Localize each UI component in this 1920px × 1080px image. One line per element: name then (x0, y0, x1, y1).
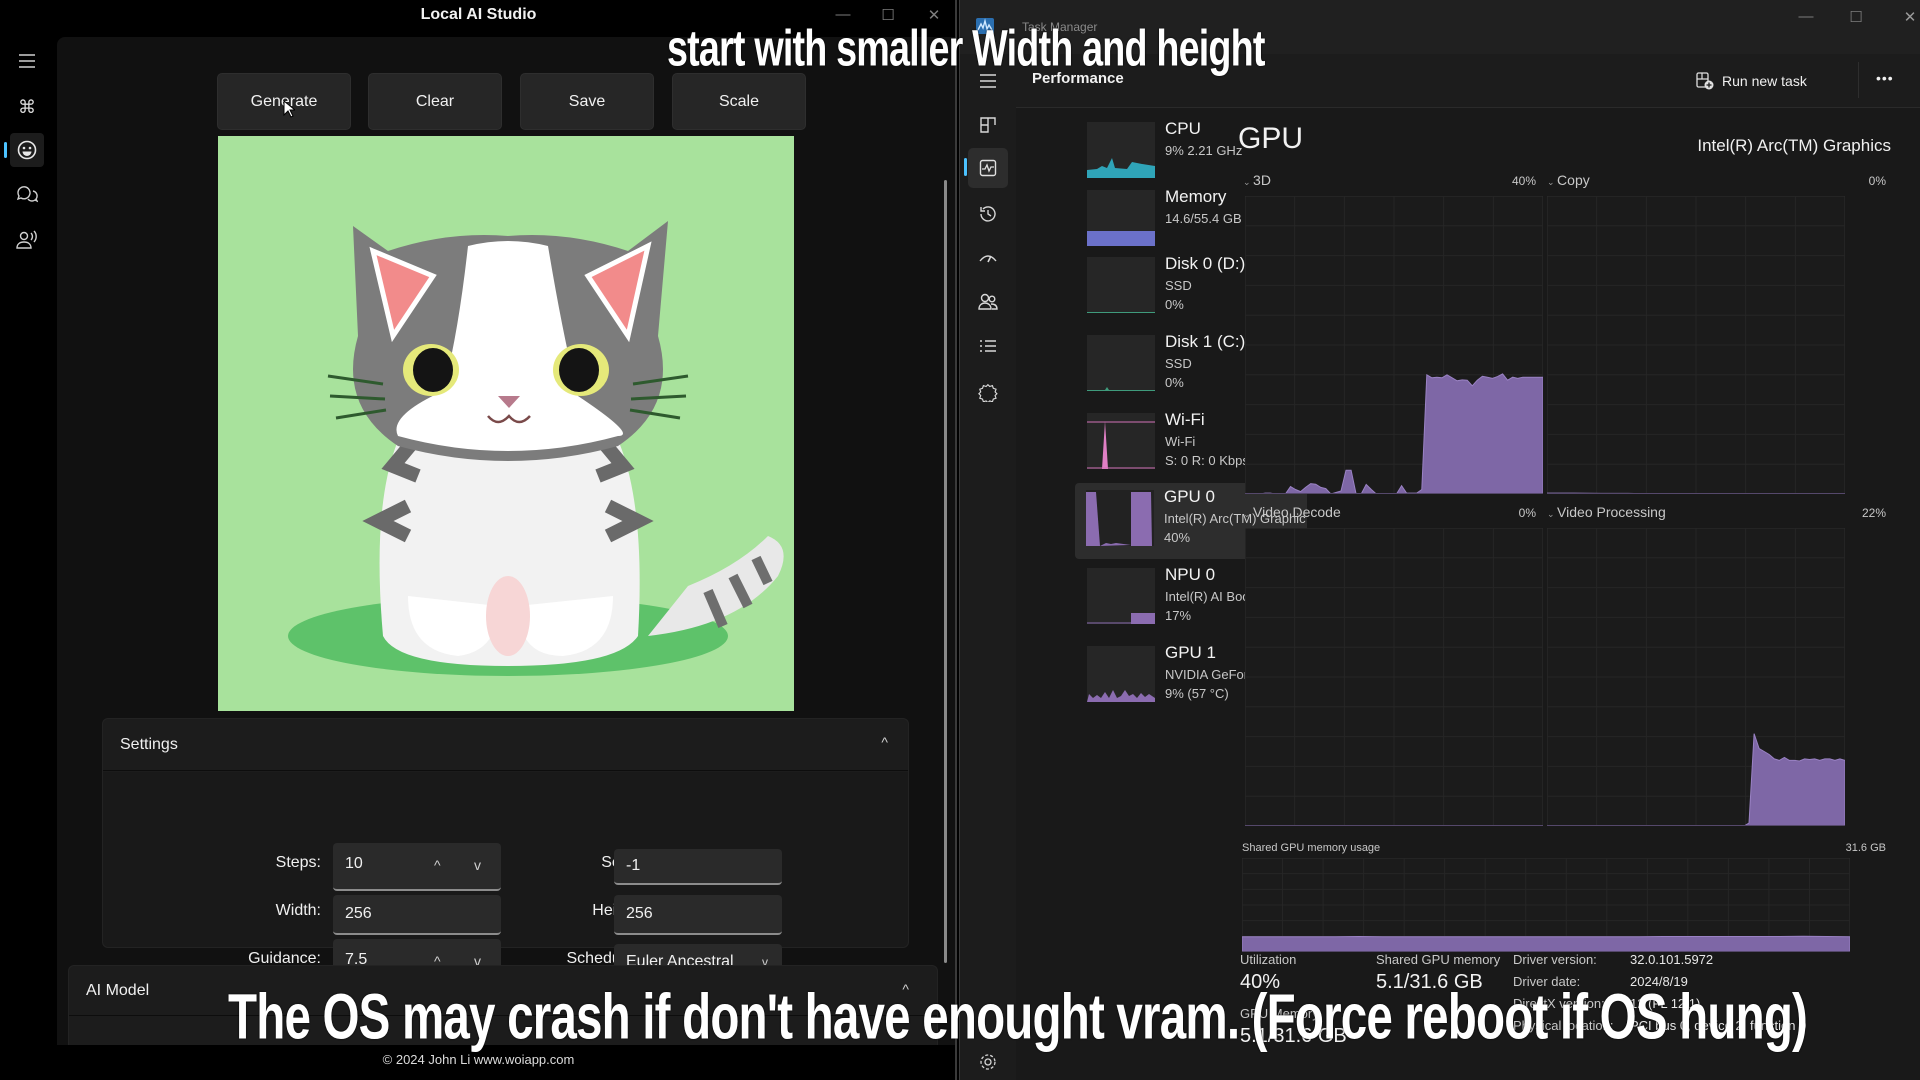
run-task-icon (1696, 72, 1714, 90)
details-icon[interactable] (968, 326, 1008, 366)
device-name: GPU 1 (1165, 643, 1217, 662)
services-icon[interactable] (968, 372, 1008, 412)
device-name: Memory (1165, 187, 1227, 206)
device-thumbnail-graph (1087, 413, 1155, 469)
driver-version-label: Driver version: (1513, 952, 1597, 967)
emoji-icon[interactable] (10, 133, 44, 167)
clear-button[interactable]: Clear (368, 73, 502, 130)
scale-button[interactable]: Scale (672, 73, 806, 130)
chat-icon[interactable] (10, 178, 44, 212)
device-detail: S: 0 R: 0 Kbps (1165, 453, 1249, 468)
settings-body: Steps: 10 ^ v Seed: -1 Width: 256 Height… (103, 772, 908, 987)
device-detail: 17% (1165, 608, 1192, 623)
gpu-title: GPU (1238, 122, 1304, 155)
tm-maximize-button[interactable]: ☐ (1836, 8, 1876, 26)
steps-decrement-button[interactable]: v (474, 857, 481, 873)
graph-video-processing (1547, 528, 1845, 826)
run-new-task-button[interactable]: Run new task (1696, 66, 1807, 96)
chevron-up-icon[interactable]: ^ (881, 734, 888, 750)
startup-apps-icon[interactable] (968, 238, 1008, 278)
caption-top: start with smaller Width and height (667, 19, 1265, 77)
settings-title: Settings (120, 735, 178, 753)
run-new-task-label: Run new task (1722, 73, 1807, 89)
graph-video-decode (1245, 528, 1543, 826)
engine-copy-label[interactable]: ⌄ Copy (1547, 172, 1590, 188)
steps-increment-button[interactable]: ^ (434, 857, 441, 873)
tm-nav-rail (960, 54, 1016, 1080)
engine-3d-label[interactable]: ⌄ 3D (1243, 172, 1271, 188)
device-thumbnail-graph (1087, 646, 1155, 702)
settings-expander: Settings ^ Steps: 10 ^ v Seed: -1 Width:… (102, 718, 909, 987)
more-options-button[interactable]: ••• (1876, 70, 1894, 86)
device-thumbnail-graph (1087, 335, 1155, 391)
engine-video-decode-label[interactable]: ⌄ Video Decode (1243, 504, 1341, 520)
device-name: CPU (1165, 119, 1201, 138)
tm-active-indicator (964, 158, 967, 176)
device-name: Wi-Fi (1165, 410, 1205, 429)
device-detail: 9% (57 °C) (1165, 686, 1229, 701)
shared-memory-label: Shared GPU memory usage (1242, 842, 1381, 854)
tm-close-button[interactable]: ✕ (1890, 8, 1920, 26)
ai-model-title: AI Model (86, 981, 150, 999)
device-thumbnail-graph (1086, 490, 1154, 546)
width-label: Width: (275, 902, 321, 919)
generated-image (218, 136, 794, 711)
command-icon[interactable]: ⌘ (10, 90, 44, 124)
engine-copy-percent: 0% (1868, 174, 1886, 188)
vertical-scrollbar[interactable] (944, 180, 947, 963)
local-ai-studio-window: Local AI Studio — ☐ ✕ ⌘ Generate Clear S… (0, 0, 957, 1080)
device-detail: Wi-Fi (1165, 434, 1196, 449)
shared-memory-max: 31.6 GB (1845, 842, 1886, 854)
task-manager-window: Task Manager — ☐ ✕ Performance Run new t… (959, 0, 1920, 1080)
engine-video-decode-percent: 0% (1518, 506, 1536, 520)
graph-3d (1245, 196, 1543, 494)
active-indicator (4, 142, 7, 158)
tm-body: CPU 9% 2.21 GHz Memory 14.6/55.4 GB (26%) Di… (1016, 108, 1920, 1080)
settings-header[interactable]: Settings ^ (103, 719, 908, 771)
device-thumbnail-graph (1087, 257, 1155, 313)
device-detail: 40% (1164, 530, 1191, 545)
graph-shared-memory (1242, 858, 1850, 952)
nav-rail: ⌘ (0, 40, 55, 260)
utilization-label: Utilization (1240, 952, 1297, 967)
steps-value: 10 (345, 855, 363, 872)
steps-label: Steps: (275, 854, 321, 871)
graph-copy (1547, 196, 1845, 494)
steps-input[interactable]: 10 ^ v (333, 843, 501, 891)
device-detail: SSD (1165, 356, 1192, 371)
device-name: GPU 0 (1164, 487, 1216, 506)
driver-version-value: 32.0.101.5972 (1630, 952, 1714, 967)
mouse-cursor-icon (283, 100, 295, 118)
speech-icon[interactable] (10, 223, 44, 257)
device-detail: 0% (1165, 297, 1184, 312)
engine-video-processing-label[interactable]: ⌄ Video Processing (1547, 504, 1666, 520)
device-name: Disk 0 (D:) (1165, 254, 1246, 273)
save-button[interactable]: Save (520, 73, 654, 130)
processes-icon[interactable] (968, 105, 1008, 145)
device-thumbnail-graph (1087, 190, 1155, 246)
width-input[interactable]: 256 (333, 895, 501, 935)
performance-icon[interactable] (968, 148, 1008, 188)
users-icon[interactable] (968, 282, 1008, 322)
device-thumbnail-graph (1087, 568, 1155, 624)
engine-video-processing-percent: 22% (1861, 506, 1886, 520)
device-thumbnail-graph (1087, 122, 1155, 178)
device-name: Disk 1 (C:) (1165, 332, 1246, 351)
seed-input[interactable]: -1 (614, 849, 782, 885)
header-divider (1858, 62, 1859, 98)
gpu-device-name: Intel(R) Arc(TM) Graphics (1697, 136, 1891, 155)
app-history-icon[interactable] (968, 194, 1008, 234)
engine-3d-percent: 40% (1511, 174, 1536, 188)
series-area (1242, 935, 1850, 952)
menu-icon[interactable] (10, 44, 44, 78)
height-input[interactable]: 256 (614, 895, 782, 935)
device-detail: 0% (1165, 375, 1184, 390)
caption-bottom: The OS may crash if don't have enought v… (228, 981, 1808, 1053)
tm-minimize-button[interactable]: — (1786, 8, 1826, 25)
device-detail: 9% 2.21 GHz (1165, 143, 1243, 158)
device-name: NPU 0 (1165, 565, 1216, 584)
device-detail: SSD (1165, 278, 1192, 293)
shared-gpu-memory-label: Shared GPU memory (1376, 952, 1501, 967)
